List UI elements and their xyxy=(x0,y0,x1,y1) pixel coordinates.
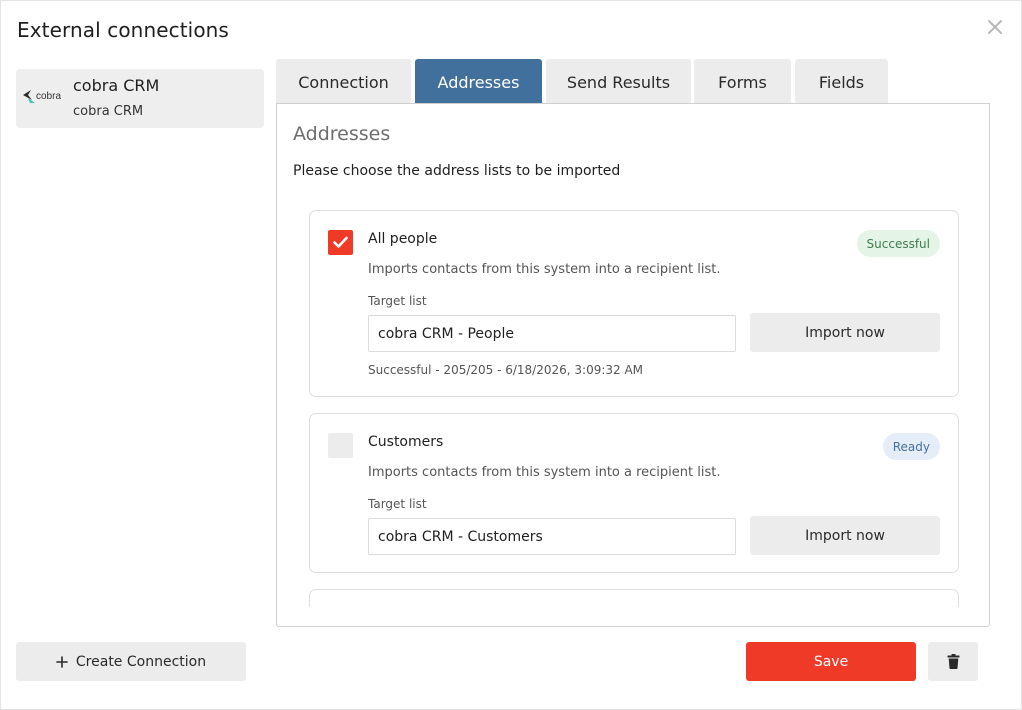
status-badge: Successful xyxy=(856,230,940,257)
list-checkbox-customers[interactable] xyxy=(328,433,353,458)
connection-subtitle: cobra CRM xyxy=(73,104,144,119)
address-list-card xyxy=(309,589,959,607)
tab-forms[interactable]: Forms xyxy=(694,59,791,105)
panel-title: Addresses xyxy=(293,123,391,145)
import-now-button[interactable]: Import now xyxy=(750,313,940,352)
tab-send-results[interactable]: Send Results xyxy=(546,59,691,105)
connection-item-cobra-crm[interactable]: cobra cobra CRM cobra CRM xyxy=(16,69,264,128)
list-checkbox-all-people[interactable] xyxy=(328,230,353,255)
cobra-logo-icon: cobra xyxy=(22,87,70,109)
tab-fields[interactable]: Fields xyxy=(795,59,888,105)
list-description: Imports contacts from this system into a… xyxy=(368,465,721,480)
panel-description: Please choose the address lists to be im… xyxy=(293,163,621,179)
import-status-line: Successful - 205/205 - 6/18/2026, 3:09:3… xyxy=(368,363,644,377)
target-list-label: Target list xyxy=(368,294,427,308)
addresses-panel: Addresses Please choose the address list… xyxy=(276,103,990,627)
trash-icon xyxy=(947,654,959,669)
dialog-title: External connections xyxy=(17,18,229,42)
list-name: All people xyxy=(368,231,438,247)
close-icon[interactable] xyxy=(987,19,1003,35)
create-connection-label: Create Connection xyxy=(75,653,207,670)
logo-wordmark: cobra xyxy=(36,91,62,102)
address-list-card: All people Successful Imports contacts f… xyxy=(309,210,959,397)
delete-button[interactable] xyxy=(928,642,978,681)
import-now-button[interactable]: Import now xyxy=(750,516,940,555)
status-badge: Ready xyxy=(882,433,940,460)
list-description: Imports contacts from this system into a… xyxy=(368,262,721,277)
create-connection-button[interactable]: Create Connection xyxy=(16,642,246,681)
external-connections-dialog: External connections cobra cobra CRM cob… xyxy=(0,0,1022,710)
target-list-label: Target list xyxy=(368,497,427,511)
addresses-scroll-area[interactable]: Addresses Please choose the address list… xyxy=(277,104,989,607)
check-icon xyxy=(333,236,348,248)
connection-name: cobra CRM xyxy=(73,76,160,95)
address-list-card: Customers Ready Imports contacts from th… xyxy=(309,413,959,573)
plus-icon xyxy=(56,655,68,668)
list-name: Customers xyxy=(368,434,444,450)
target-list-input[interactable] xyxy=(368,518,736,555)
target-list-input[interactable] xyxy=(368,315,736,352)
tab-addresses[interactable]: Addresses xyxy=(415,59,542,105)
save-button[interactable]: Save xyxy=(746,642,916,681)
tab-connection[interactable]: Connection xyxy=(276,59,411,105)
